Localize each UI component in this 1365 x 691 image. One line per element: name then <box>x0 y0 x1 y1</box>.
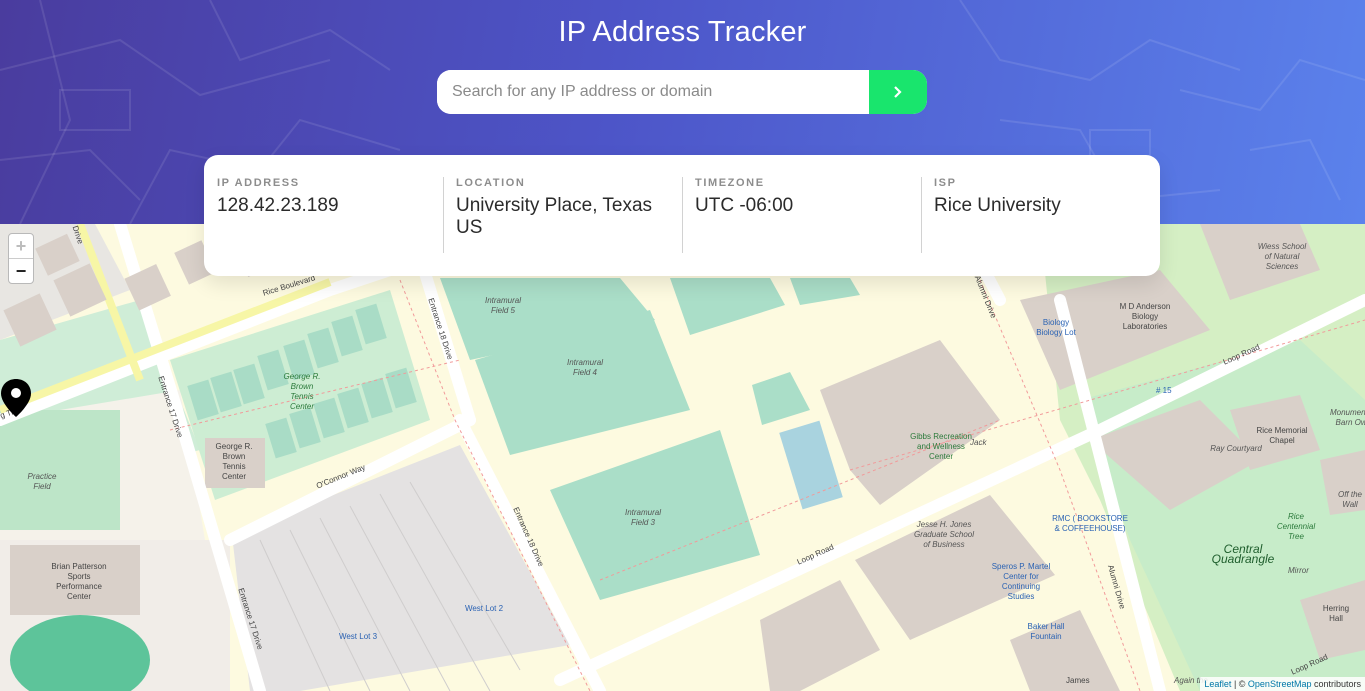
osm-link[interactable]: OpenStreetMap <box>1248 679 1312 689</box>
info-isp: ISP Rice University <box>921 177 1160 254</box>
place-label: Wiess School of Natural Sciences <box>1257 242 1307 271</box>
info-ip-address: IP ADDRESS 128.42.23.189 <box>204 177 443 254</box>
place-label: Speros P. Martel Center for Continuing S… <box>991 562 1051 601</box>
field-label: Intramural Field 5 <box>484 296 521 315</box>
search-input[interactable] <box>437 70 869 114</box>
search-bar <box>437 70 927 114</box>
info-location: LOCATION University Place, Texas US <box>443 177 682 254</box>
place-label: James <box>1066 676 1090 685</box>
zoom-out-button[interactable]: − <box>9 259 33 283</box>
place-label: RMC ( BOOKSTORE & COFFEEHOUSE) <box>1052 514 1128 533</box>
attribution-suffix: contributors <box>1311 679 1361 689</box>
place-label: Off the Wall <box>1337 490 1362 509</box>
info-value: 128.42.23.189 <box>217 195 339 216</box>
field-label: Practice Field <box>27 472 57 491</box>
parking-label: West Lot 3 <box>338 632 378 641</box>
place-label: Mirror <box>1288 566 1309 575</box>
search-submit-button[interactable] <box>869 70 927 114</box>
place-label: Jesse H. Jones Graduate School of Busine… <box>913 520 975 549</box>
place-label: Rice Memorial Chapel <box>1256 426 1308 445</box>
chevron-right-icon <box>894 86 902 98</box>
place-label: Central Quadrangle <box>1211 542 1275 566</box>
place-label: Brian Patterson Sports Performance Cente… <box>51 562 107 601</box>
place-label: Biology Biology Lot <box>1036 318 1076 337</box>
place-label: Monumental Barn Owl <box>1329 408 1365 427</box>
location-marker-icon[interactable] <box>0 378 32 418</box>
ip-info-card: IP ADDRESS 128.42.23.189 LOCATION Univer… <box>204 155 1160 276</box>
place-label: Baker Hall Fountain <box>1027 622 1065 641</box>
zoom-control: + − <box>8 233 34 284</box>
place-label: George R. Brown Tennis Center <box>283 372 321 411</box>
info-value: University Place, Texas US <box>456 195 653 238</box>
map-attribution: Leaflet | © OpenStreetMap contributors <box>1200 677 1365 691</box>
info-value: UTC -06:00 <box>695 195 794 216</box>
parking-label: West Lot 2 <box>464 604 504 613</box>
map-view[interactable]: Rice Boulevard Entrance 17 Drive Entranc… <box>0 224 1365 691</box>
info-timezone: TIMEZONE UTC -06:00 <box>682 177 921 254</box>
field-label: Intramural Field 4 <box>566 358 603 377</box>
place-label: M D Anderson Biology Laboratories <box>1119 302 1171 331</box>
field-label: Intramural Field 3 <box>624 508 661 527</box>
map-tiles <box>0 224 1365 691</box>
info-value: Rice University <box>934 195 1061 216</box>
place-label: Jack <box>970 438 987 447</box>
zoom-in-button[interactable]: + <box>9 234 33 259</box>
bus-route-label: # 15 <box>1156 386 1172 395</box>
leaflet-link[interactable]: Leaflet <box>1204 679 1231 689</box>
info-label: TIMEZONE <box>695 177 765 189</box>
place-label: George R. Brown Tennis Center <box>215 442 253 481</box>
page-title: IP Address Tracker <box>558 16 807 48</box>
info-label: LOCATION <box>456 177 526 189</box>
place-label: Herring Hall <box>1322 604 1350 623</box>
info-label: IP ADDRESS <box>217 177 300 189</box>
place-label: Rice Centennial Tree <box>1276 512 1316 541</box>
place-label: Gibbs Recreation and Wellness Center <box>910 432 972 461</box>
attribution-separator: | © <box>1231 679 1248 689</box>
info-label: ISP <box>934 177 957 189</box>
